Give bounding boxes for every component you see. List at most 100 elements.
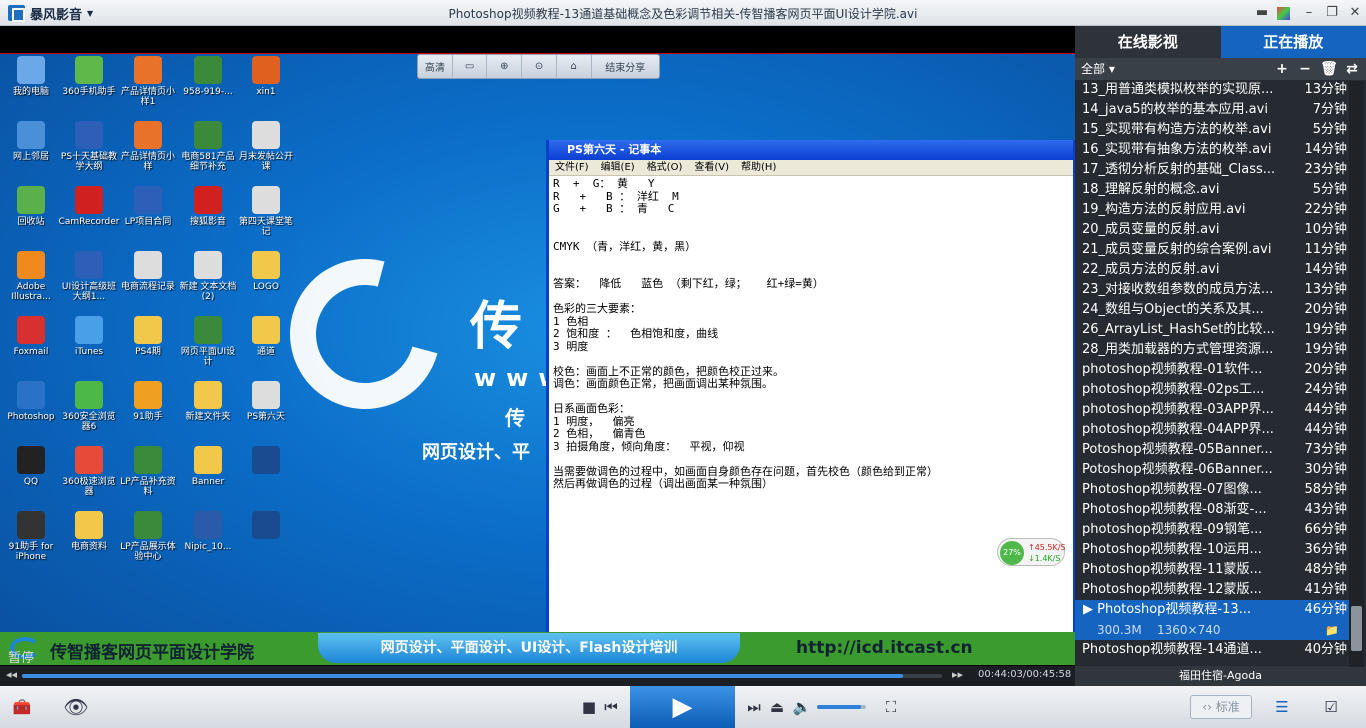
- desktop-icon[interactable]: 我的电脑: [0, 56, 62, 97]
- playlist-scrollbar[interactable]: [1349, 81, 1364, 667]
- crosshair-icon[interactable]: ⊕: [487, 55, 523, 78]
- desktop-icon[interactable]: LP产品补充资料: [117, 446, 179, 497]
- desktop-icon[interactable]: Adobe Illustra...: [0, 251, 62, 302]
- desktop-icon[interactable]: Nipic_10...: [177, 511, 239, 552]
- panel-ad[interactable]: 福田住宿-Agoda: [1075, 666, 1366, 686]
- add-icon[interactable]: +: [1273, 58, 1291, 80]
- playlist-item[interactable]: 18_理解反射的概念.avi 5分钟: [1075, 180, 1351, 200]
- playlist-item[interactable]: photoshop视频教程-09钢笔... 66分钟: [1075, 520, 1351, 540]
- playlist-item[interactable]: Photoshop视频教程-14通道... 40分钟: [1075, 640, 1351, 660]
- playlist-item[interactable]: Potoshop视频教程-06Banner... 30分钟: [1075, 460, 1351, 480]
- eject-icon[interactable]: ⏏: [767, 696, 787, 718]
- playlist-item[interactable]: 20_成员变量的反射.avi 10分钟: [1075, 220, 1351, 240]
- video-area[interactable]: 传 www 传 网页设计、平 我的电脑 360手机助手 产品详情页小样1 958-91…: [0, 26, 1075, 666]
- volume-icon[interactable]: 🔈: [792, 696, 812, 718]
- feedback-icon[interactable]: ▬: [1254, 5, 1270, 21]
- desktop-icon[interactable]: 91助手: [117, 381, 179, 422]
- desktop-icon[interactable]: xin1: [235, 56, 297, 97]
- desktop-icon[interactable]: LOGO: [235, 251, 297, 292]
- desktop-icon[interactable]: UI设计高级班大纲1...: [58, 251, 120, 302]
- desktop-icon[interactable]: 电商资料: [58, 511, 120, 552]
- app-menu-button[interactable]: 暴风影音 ▼: [8, 4, 93, 23]
- playlist-item[interactable]: photoshop视频教程-04APP界... 44分钟: [1075, 420, 1351, 440]
- desktop-icon[interactable]: CamRecorder: [58, 186, 120, 227]
- desktop-icon[interactable]: 360手机助手: [58, 56, 120, 97]
- close-icon[interactable]: ✕: [1347, 5, 1363, 21]
- notepad-menu-item[interactable]: 查看(V): [694, 162, 729, 173]
- desktop-icon[interactable]: PS第六天: [235, 381, 297, 422]
- playlist-item[interactable]: Potoshop视频教程-05Banner... 73分钟: [1075, 440, 1351, 460]
- desktop-icon[interactable]: 360安全浏览器6: [58, 381, 120, 432]
- playlist-item[interactable]: 13_用普通类模拟枚举的实现原... 13分钟: [1075, 80, 1351, 100]
- playlist-item[interactable]: 28_用类加载器的方式管理资源... 19分钟: [1075, 340, 1351, 360]
- fast-forward-icon[interactable]: ▸▸: [952, 668, 963, 681]
- stop-icon[interactable]: ■: [579, 696, 599, 718]
- seek-bar[interactable]: [22, 674, 942, 678]
- desktop-icon[interactable]: LP项目合同: [117, 186, 179, 227]
- end-share-button[interactable]: 结束分享: [592, 55, 659, 78]
- folder-icon[interactable]: 📁: [1325, 621, 1339, 641]
- tab-now-playing[interactable]: 正在播放: [1220, 26, 1366, 58]
- notepad-menu-item[interactable]: 编辑(E): [601, 162, 635, 173]
- desktop-icon[interactable]: 第四天课堂笔记: [235, 186, 297, 237]
- previous-icon[interactable]: ⏮: [601, 696, 621, 718]
- desktop-icon[interactable]: 回收站: [0, 186, 62, 227]
- quality-button[interactable]: ‹› 标准: [1190, 695, 1252, 719]
- desktop-icon[interactable]: Foxmail: [0, 316, 62, 357]
- playlist-item[interactable]: Photoshop视频教程-10运用... 36分钟: [1075, 540, 1351, 560]
- playlist-item-active[interactable]: ▶ Photoshop视频教程-13... 46分钟 300.3M 1360×740…: [1075, 600, 1351, 640]
- desktop-icon[interactable]: 电商581产品细节补充: [177, 121, 239, 172]
- playlist-item[interactable]: 19_构造方法的反射应用.avi 22分钟: [1075, 200, 1351, 220]
- desktop-icon[interactable]: 网页平面UI设计: [177, 316, 239, 367]
- home-icon[interactable]: ⌂: [557, 55, 592, 78]
- playlist-item[interactable]: 23_对接收数组参数的成员方法... 13分钟: [1075, 280, 1351, 300]
- playlist-item[interactable]: Photoshop视频教程-08渐变-... 43分钟: [1075, 500, 1351, 520]
- desktop-icon[interactable]: PS4期: [117, 316, 179, 357]
- frame-icon[interactable]: ▭: [453, 55, 488, 78]
- desktop-icon[interactable]: 搜狐影音: [177, 186, 239, 227]
- desktop-icon[interactable]: Photoshop: [0, 381, 62, 422]
- desktop-icon[interactable]: LP产品展示体验中心: [117, 511, 179, 562]
- play-button[interactable]: ▶: [630, 686, 735, 728]
- toolbox-icon[interactable]: 🧰: [8, 696, 36, 718]
- eye-icon[interactable]: 👁: [56, 696, 96, 718]
- hd-button[interactable]: 高清: [418, 55, 453, 78]
- desktop-icon[interactable]: 新建 文本文档 (2): [177, 251, 239, 302]
- trash-icon[interactable]: 🗑: [1320, 58, 1338, 80]
- volume-slider[interactable]: [817, 705, 866, 709]
- skin-icon[interactable]: [1277, 7, 1290, 20]
- desktop-icon[interactable]: 新建文件夹: [177, 381, 239, 422]
- desktop-icon[interactable]: 91助手 for iPhone: [0, 511, 62, 562]
- playlist-item[interactable]: 21_成员变量反射的综合案例.avi 11分钟: [1075, 240, 1351, 260]
- playlist-item[interactable]: 16_实现带有抽象方法的枚举.avi 14分钟: [1075, 140, 1351, 160]
- playlist-item[interactable]: photoshop视频教程-03APP界... 44分钟: [1075, 400, 1351, 420]
- minimize-icon[interactable]: –: [1301, 5, 1317, 21]
- desktop-icon[interactable]: [235, 446, 297, 477]
- playlist-item[interactable]: 26_ArrayList_HashSet的比较... 19分钟: [1075, 320, 1351, 340]
- desktop-icon[interactable]: 电商流程记录: [117, 251, 179, 292]
- desktop-icon[interactable]: 网上邻居: [0, 121, 62, 162]
- loop-icon[interactable]: ⇄: [1343, 58, 1361, 80]
- desktop-icon[interactable]: 产品详情页小样1: [117, 56, 179, 107]
- desktop-icon[interactable]: 360极速浏览器: [58, 446, 120, 497]
- fullscreen-icon[interactable]: ⛶: [881, 696, 901, 718]
- notepad-menu-item[interactable]: 帮助(H): [741, 162, 776, 173]
- desktop-icon[interactable]: Banner: [177, 446, 239, 487]
- desktop-icon[interactable]: iTunes: [58, 316, 120, 357]
- filter-dropdown[interactable]: 全部 ▾: [1081, 62, 1115, 76]
- desktop-icon[interactable]: 通道: [235, 316, 297, 357]
- desktop-icon[interactable]: 产品详情页小样: [117, 121, 179, 172]
- desktop-icon[interactable]: 月末发帖公开课: [235, 121, 297, 172]
- notepad-menu-item[interactable]: 文件(F): [555, 162, 589, 173]
- playlist-icon[interactable]: ☰: [1268, 696, 1296, 718]
- desktop-icon[interactable]: QQ: [0, 446, 62, 487]
- notepad-menu-item[interactable]: 格式(O): [647, 162, 683, 173]
- next-icon[interactable]: ⏭: [744, 696, 764, 718]
- playlist-item[interactable]: Photoshop视频教程-11蒙版... 48分钟: [1075, 560, 1351, 580]
- playlist-item[interactable]: photoshop视频教程-02ps工... 24分钟: [1075, 380, 1351, 400]
- desktop-icon[interactable]: PS十天基础教学大纲: [58, 121, 120, 172]
- playlist-item[interactable]: 24_数组与Object的关系及其... 20分钟: [1075, 300, 1351, 320]
- scrollbar-thumb[interactable]: [1351, 606, 1362, 651]
- zoom-icon[interactable]: ⊙: [522, 55, 557, 78]
- desktop-icon[interactable]: 958-919-...: [177, 56, 239, 97]
